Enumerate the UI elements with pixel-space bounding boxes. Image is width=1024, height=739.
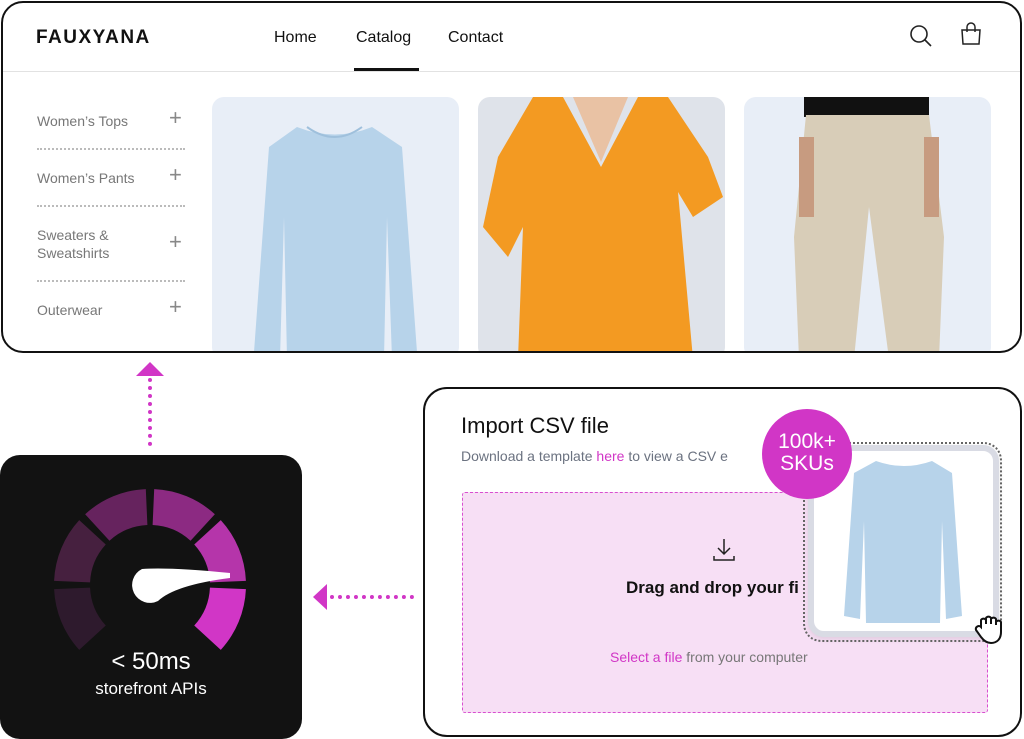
dotted-connector — [148, 378, 152, 446]
product-card-dress[interactable] — [478, 97, 725, 351]
select-file-link[interactable]: Select a file — [610, 649, 682, 665]
speed-card: < 50ms storefront APIs — [0, 455, 302, 739]
gauge-segment — [194, 587, 246, 650]
arrow-left-icon — [313, 584, 327, 610]
nav-catalog[interactable]: Catalog — [356, 29, 411, 47]
subtitle-text: Download a template — [461, 448, 597, 464]
sku-badge: 100k+ SKUs — [762, 409, 852, 499]
speed-value: < 50ms — [111, 648, 191, 675]
gauge-segment — [54, 587, 106, 650]
template-link[interactable]: here — [596, 448, 624, 464]
arrow-up-icon — [136, 362, 164, 376]
download-icon — [713, 539, 735, 561]
expand-plus-icon[interactable]: + — [169, 162, 182, 188]
product-card-blouse[interactable] — [212, 97, 459, 351]
expand-plus-icon[interactable]: + — [169, 105, 182, 131]
speed-label: storefront APIs — [95, 679, 207, 698]
subtitle-text: to view a CSV e — [624, 448, 728, 464]
gauge-segment — [54, 520, 106, 583]
dress-image — [483, 97, 723, 351]
search-icon[interactable] — [908, 23, 934, 49]
select-file-line: Select a file from your computer — [610, 649, 808, 665]
pants-image — [794, 97, 944, 351]
import-title: Import CSV file — [461, 413, 609, 438]
select-file-text: from your computer — [682, 649, 808, 665]
product-card-pants[interactable] — [744, 97, 991, 351]
grab-hand-cursor-icon — [974, 615, 1002, 645]
storefront-window: FAUXYANA Home Catalog Contact Women’s To… — [1, 1, 1022, 353]
gauge-segment — [85, 489, 148, 541]
shopping-bag-icon[interactable] — [959, 21, 985, 47]
sidebar-item-sweaters[interactable]: Sweaters & Sweatshirts — [37, 226, 147, 262]
badge-line: SKUs — [780, 452, 834, 475]
divider — [37, 148, 185, 150]
divider — [37, 205, 185, 207]
gauge-segment — [152, 489, 215, 541]
sidebar-item-womens-tops[interactable]: Women’s Tops — [37, 112, 128, 130]
nav-contact[interactable]: Contact — [448, 29, 503, 47]
expand-plus-icon[interactable]: + — [169, 229, 182, 255]
logo: FAUXYANA — [36, 27, 151, 48]
import-subtitle: Download a template here to view a CSV e — [461, 448, 728, 464]
import-csv-panel: Import CSV file Download a template here… — [423, 387, 1022, 737]
drop-text: Drag and drop your fi — [626, 578, 799, 597]
sidebar-item-womens-pants[interactable]: Women’s Pants — [37, 169, 135, 187]
nav-home[interactable]: Home — [274, 29, 317, 47]
dotted-connector — [330, 595, 414, 599]
badge-line: 100k+ — [778, 430, 836, 453]
divider — [37, 280, 185, 282]
header-divider — [3, 71, 1020, 72]
sidebar-item-outerwear[interactable]: Outerwear — [37, 301, 102, 319]
blouse-image — [254, 126, 417, 351]
expand-plus-icon[interactable]: + — [169, 294, 182, 320]
